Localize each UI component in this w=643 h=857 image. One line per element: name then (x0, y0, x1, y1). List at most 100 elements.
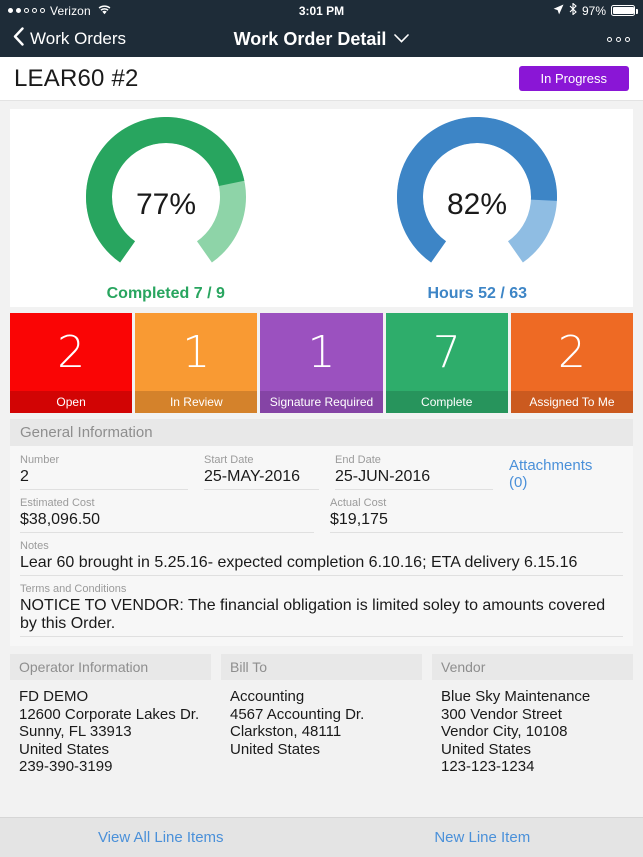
wifi-icon (98, 4, 111, 18)
status-bar: Verizon 3:01 PM 97% (0, 0, 643, 21)
status-tile-label: Complete (385, 391, 508, 413)
field-estimated-cost-label: Estimated Cost (20, 497, 95, 509)
address-column-title: Vendor (432, 654, 633, 680)
attachments-cell: Attachments (0) (509, 454, 623, 497)
bottom-action-bar: View All Line Items New Line Item (0, 817, 643, 857)
general-information-fields: Number 2 Start Date 25-MAY-2016 End Date… (10, 446, 633, 646)
work-order-detail-screen: Verizon 3:01 PM 97% Work Orders Work Ord… (0, 0, 643, 857)
field-terms-value: NOTICE TO VENDOR: The financial obligati… (20, 597, 606, 632)
field-end-date-value: 25-JUN-2016 (335, 468, 431, 485)
status-tile[interactable]: 1 Signature Required (260, 313, 383, 413)
address-line: FD DEMO (19, 688, 89, 705)
address-column-title: Bill To (221, 654, 422, 680)
address-line: United States (19, 740, 110, 758)
address-line: Clarkston, 48111 (230, 723, 342, 741)
address-column-title: Operator Information (10, 654, 211, 680)
address-columns: Operator Information FD DEMO 12600 Corpora… (10, 654, 633, 776)
gi-row-1: Number 2 Start Date 25-MAY-2016 End Date… (20, 454, 623, 497)
gauge-hours-chart: 82% (397, 117, 558, 263)
gauge-hours-percent: 82% (447, 188, 507, 221)
chevron-down-icon (394, 30, 410, 48)
address-line: 300 Vendor Street (441, 705, 562, 723)
address-column: Operator Information FD DEMO 12600 Corpora… (10, 654, 211, 776)
status-tile-label: Open (10, 391, 133, 413)
status-badge[interactable]: In Progress (518, 66, 629, 91)
field-end-date-label: End Date (335, 454, 381, 466)
content-area: 77% Completed 7 / 9 82% Hours 52 / 63 2 O… (0, 101, 643, 817)
field-start-date-label: Start Date (204, 454, 254, 466)
address-line: Vendor City, 10108 (441, 723, 568, 741)
carrier-label: Verizon (50, 3, 91, 18)
address-line: 4567 Accounting Dr. (230, 705, 365, 723)
location-arrow-icon (553, 4, 564, 18)
address-column: Vendor Blue Sky Maintenance 300 Vendor Str… (432, 654, 633, 776)
address-column-body: Accounting 4567 Accounting Dr. Clarkston, … (221, 680, 422, 758)
field-estimated-cost[interactable]: Estimated Cost $38,096.50 (20, 497, 314, 533)
field-terms-label: Terms and Conditions (20, 583, 127, 595)
field-notes-value: Lear 60 brought in 5.25.16- expected com… (20, 554, 578, 571)
signal-strength-icon (8, 8, 45, 13)
view-all-line-items-button[interactable]: View All Line Items (98, 829, 224, 846)
gauge-completed: 77% Completed 7 / 9 (36, 117, 296, 303)
gauge-completed-caption: Completed 7 / 9 (106, 285, 225, 302)
gauge-hours-caption: Hours 52 / 63 (427, 285, 528, 302)
field-number-value: 2 (20, 468, 29, 485)
field-start-date-value: 25-MAY-2016 (204, 468, 301, 485)
status-tile[interactable]: 1 In Review (135, 313, 258, 413)
status-tile-label: In Review (135, 391, 258, 413)
gi-row-2: Estimated Cost $38,096.50 Actual Cost $1… (20, 497, 623, 540)
gauge-completed-chart: 77% (85, 117, 246, 263)
field-terms[interactable]: Terms and Conditions NOTICE TO VENDOR: T… (20, 583, 623, 637)
chevron-left-icon (13, 27, 24, 51)
attachments-link[interactable]: Attachments (0) (509, 457, 613, 491)
status-tile[interactable]: 7 Complete (385, 313, 508, 413)
field-number-label: Number (20, 454, 60, 466)
address-column-body: FD DEMO 12600 Corporate Lakes Dr. Sunny, F… (10, 680, 211, 776)
status-bar-left: Verizon (8, 4, 111, 18)
back-button-label: Work Orders (30, 29, 127, 48)
field-number[interactable]: Number 2 (20, 454, 188, 490)
address-column-body: Blue Sky Maintenance 300 Vendor Street Ven… (432, 680, 633, 776)
more-horizontal-icon (607, 36, 612, 42)
bluetooth-icon (569, 2, 577, 18)
address-line: Blue Sky Maintenance (441, 688, 591, 705)
view-all-line-items-cell: View All Line Items (0, 829, 322, 847)
address-line: Accounting (230, 688, 305, 705)
more-options-button[interactable] (607, 36, 630, 42)
field-notes-label: Notes (20, 540, 49, 552)
address-column: Bill To Accounting 4567 Accounting Dr. Clar… (221, 654, 422, 776)
field-actual-cost-label: Actual Cost (330, 497, 387, 509)
field-actual-cost[interactable]: Actual Cost $19,175 (330, 497, 623, 533)
address-line: 239-390-3199 (19, 758, 113, 776)
status-tile[interactable]: 2 Open (10, 313, 133, 413)
work-order-title: LEAR60 #2 (14, 64, 139, 92)
new-line-item-button[interactable]: New Line Item (434, 829, 530, 846)
gauge-completed-percent: 77% (136, 188, 196, 221)
field-estimated-cost-value: $38,096.50 (20, 511, 101, 528)
status-bar-right: 97% (553, 2, 638, 18)
address-line: 12600 Corporate Lakes Dr. (19, 705, 200, 723)
gi-row-4: Terms and Conditions NOTICE TO VENDOR: T… (20, 583, 623, 644)
status-tile-count: 2 (57, 326, 86, 378)
address-line: United States (230, 740, 321, 758)
gauges-card: 77% Completed 7 / 9 82% Hours 52 / 63 (10, 109, 633, 307)
status-tile-count: 1 (182, 326, 211, 378)
status-tile[interactable]: 2 Assigned To Me (510, 313, 634, 413)
status-tile-label: Assigned To Me (510, 391, 634, 413)
gi-row-3: Notes Lear 60 brought in 5.25.16- expect… (20, 540, 623, 583)
field-end-date[interactable]: End Date 25-JUN-2016 (335, 454, 493, 490)
field-start-date[interactable]: Start Date 25-MAY-2016 (204, 454, 319, 490)
back-button[interactable]: Work Orders (13, 27, 126, 51)
status-tile-count: 2 (557, 326, 586, 378)
page-title: Work Order Detail (233, 28, 387, 49)
gauge-hours: 82% Hours 52 / 63 (347, 117, 607, 303)
general-information-header: General Information (10, 419, 633, 446)
new-line-item-cell: New Line Item (322, 829, 643, 847)
address-line: Sunny, FL 33913 (19, 723, 132, 741)
battery-icon (611, 5, 638, 16)
field-notes[interactable]: Notes Lear 60 brought in 5.25.16- expect… (20, 540, 623, 576)
status-tile-label: Signature Required (260, 391, 383, 413)
status-tile-count: 7 (432, 326, 461, 378)
status-tile-count: 1 (307, 326, 336, 378)
battery-percent-label: 97% (581, 3, 606, 18)
